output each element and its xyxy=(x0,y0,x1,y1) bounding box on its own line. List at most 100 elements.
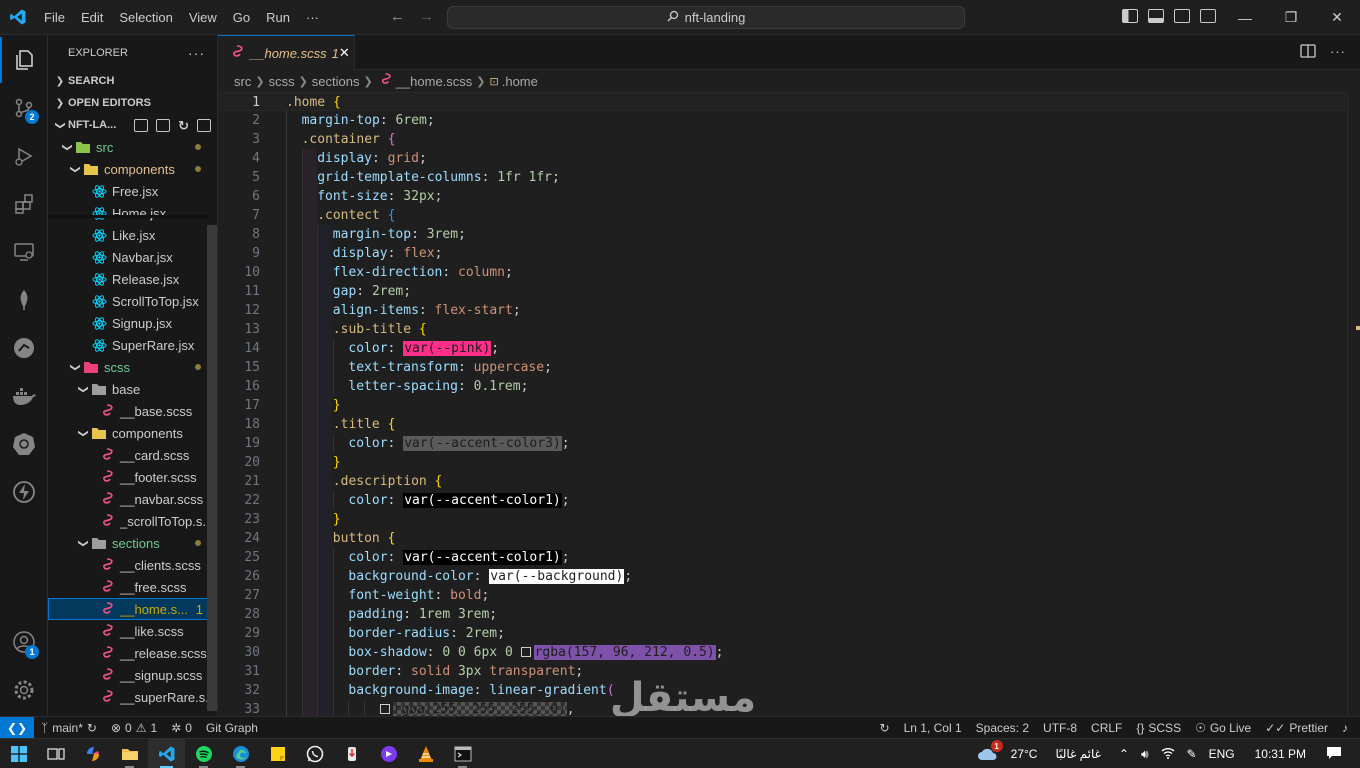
code-line[interactable]: 6 font-size: 32px; xyxy=(218,187,1346,206)
customize-layout-icon[interactable] xyxy=(1200,9,1216,23)
code-line[interactable]: 11 gap: 2rem; xyxy=(218,282,1346,301)
tree-item[interactable]: __release.scss xyxy=(48,642,217,664)
tree-item[interactable]: Like.jsx xyxy=(48,224,217,246)
breadcrumb-src[interactable]: src xyxy=(234,74,251,89)
code-line[interactable]: 15 text-transform: uppercase; xyxy=(218,358,1346,377)
tree-item[interactable]: __card.scss xyxy=(48,444,217,466)
tree-item[interactable]: Free.jsx xyxy=(48,180,217,202)
go-live-button[interactable]: ☉ Go Live xyxy=(1188,721,1258,735)
tree-item[interactable]: ❯ base xyxy=(48,378,217,400)
clock[interactable]: 10:31 PM xyxy=(1241,747,1320,761)
end-of-line[interactable]: CRLF xyxy=(1084,721,1129,735)
file-explorer-icon[interactable] xyxy=(111,739,148,768)
menu-more[interactable]: ··· xyxy=(298,0,327,35)
breadcrumb-sections[interactable]: sections xyxy=(312,74,360,89)
restore-icon[interactable]: ❐ xyxy=(1268,0,1314,35)
tree-item[interactable]: Home.jsx xyxy=(48,202,217,224)
wifi-icon[interactable] xyxy=(1155,747,1181,762)
thunder-icon[interactable] xyxy=(0,469,48,515)
collapse-all-icon[interactable] xyxy=(197,118,211,132)
live-share-icon[interactable]: ↻ xyxy=(873,721,897,735)
code-line[interactable]: 2 margin-top: 6rem; xyxy=(218,111,1346,130)
language-mode[interactable]: {} SCSS xyxy=(1129,721,1188,735)
encoding[interactable]: UTF-8 xyxy=(1036,721,1084,735)
command-center[interactable]: nft-landing xyxy=(447,6,965,29)
breadcrumb-scss[interactable]: scss xyxy=(269,74,295,89)
code-line[interactable]: 24 button { xyxy=(218,529,1346,548)
pen-icon[interactable]: ✎ xyxy=(1181,747,1203,761)
open-editors-section[interactable]: ❯ OPEN EDITORS xyxy=(48,92,217,114)
code-line[interactable]: 27 font-weight: bold; xyxy=(218,586,1346,605)
code-line[interactable]: 8 margin-top: 3rem; xyxy=(218,225,1346,244)
spotify-icon[interactable] xyxy=(185,739,222,768)
remote-indicator-icon[interactable]: ❮❯ xyxy=(0,716,34,739)
tree-item[interactable]: __signup.scss xyxy=(48,664,217,686)
input-language[interactable]: ENG xyxy=(1203,747,1241,761)
explorer-more-button[interactable]: ··· xyxy=(188,45,205,61)
branch-status[interactable]: ᛉ main* ↻ xyxy=(34,721,104,735)
git-graph-button[interactable]: Git Graph xyxy=(199,721,265,735)
tree-item[interactable]: ❯ scss xyxy=(48,356,217,378)
tree-item[interactable]: __like.scss xyxy=(48,620,217,642)
code-line[interactable]: 32 background-image: linear-gradient( xyxy=(218,681,1346,700)
toggle-primary-sidebar-icon[interactable] xyxy=(1122,9,1138,23)
windows-start-icon[interactable] xyxy=(0,739,37,768)
code-line[interactable]: 22 color: var(--accent-color1); xyxy=(218,491,1346,510)
download-icon[interactable] xyxy=(333,739,370,768)
weather-widget[interactable]: 1 27°C غائم غالبًا xyxy=(971,740,1113,762)
new-file-icon[interactable] xyxy=(134,118,149,132)
accounts-icon[interactable]: 1 xyxy=(0,619,48,665)
tree-item[interactable]: __clients.scss xyxy=(48,554,217,576)
breadcrumb-file[interactable]: __home.scss xyxy=(396,74,473,89)
tree-item[interactable]: __footer.scss xyxy=(48,466,217,488)
vlc-icon[interactable] xyxy=(407,739,444,768)
code-line[interactable]: 21 .description { xyxy=(218,472,1346,491)
code-line[interactable]: 33 rgba(255, 255, 255, 0), xyxy=(218,700,1346,716)
tree-item[interactable]: ❯ components xyxy=(48,158,217,180)
new-folder-icon[interactable] xyxy=(156,118,171,132)
code-line[interactable]: 7 .contect { xyxy=(218,206,1346,225)
code-line[interactable]: 17} xyxy=(218,396,1346,415)
tree-item[interactable]: SuperRare.jsx xyxy=(48,334,217,356)
breadcrumb-symbol[interactable]: .home xyxy=(502,74,538,89)
docker-icon[interactable] xyxy=(0,373,48,419)
edge-icon[interactable] xyxy=(222,739,259,768)
close-icon[interactable]: ✕ xyxy=(1314,0,1360,35)
code-line[interactable]: 19 color: var(--accent-color3); xyxy=(218,434,1346,453)
tree-item[interactable]: __free.scss xyxy=(48,576,217,598)
code-line[interactable]: 26 background-color: var(--background); xyxy=(218,567,1346,586)
menu-edit[interactable]: Edit xyxy=(73,0,111,35)
tree-item[interactable]: __home.s... 1 xyxy=(48,598,217,620)
forward-arrow-icon[interactable]: → xyxy=(419,8,434,25)
tab-home-scss[interactable]: __home.scss 1 ✕ xyxy=(218,35,355,70)
source-control-icon[interactable]: 2 xyxy=(0,85,48,131)
code-line[interactable]: 28 padding: 1rem 3rem; xyxy=(218,605,1346,624)
podcast-icon[interactable] xyxy=(370,739,407,768)
menu-selection[interactable]: Selection xyxy=(111,0,180,35)
code-line[interactable]: 5 grid-template-columns: 1fr 1fr; xyxy=(218,168,1346,187)
tree-item[interactable]: Navbar.jsx xyxy=(48,246,217,268)
refresh-icon[interactable]: ↻ xyxy=(178,119,189,132)
remote-explorer-icon[interactable] xyxy=(0,229,48,275)
copilot-icon[interactable] xyxy=(74,739,111,768)
tray-chevron-up-icon[interactable]: ⌃ xyxy=(1113,747,1135,761)
toggle-secondary-sidebar-icon[interactable] xyxy=(1174,9,1190,23)
tree-item[interactable]: __base.scss xyxy=(48,400,217,422)
code-line[interactable]: 25 color: var(--accent-color1); xyxy=(218,548,1346,567)
menu-go[interactable]: Go xyxy=(225,0,258,35)
tree-item[interactable]: Release.jsx xyxy=(48,268,217,290)
tree-item[interactable]: ❯ src xyxy=(48,136,217,158)
code-line[interactable]: 4 display: grid; xyxy=(218,149,1346,168)
code-line[interactable]: 29 border-radius: 2rem; xyxy=(218,624,1346,643)
whatsapp-icon[interactable] xyxy=(296,739,333,768)
task-view-icon[interactable] xyxy=(37,739,74,768)
code-line[interactable]: 23} xyxy=(218,510,1346,529)
more-actions-icon[interactable]: ··· xyxy=(1330,44,1346,61)
terminal-icon[interactable] xyxy=(444,739,481,768)
menu-view[interactable]: View xyxy=(181,0,225,35)
menu-file[interactable]: File xyxy=(36,0,73,35)
kubernetes-icon[interactable] xyxy=(0,421,48,467)
notifications-bell-icon[interactable]: ♪ xyxy=(1335,721,1360,735)
problems-status[interactable]: ⊗ 0 ⚠ 1 xyxy=(104,721,164,735)
sidebar-scrollbar[interactable] xyxy=(207,225,217,711)
